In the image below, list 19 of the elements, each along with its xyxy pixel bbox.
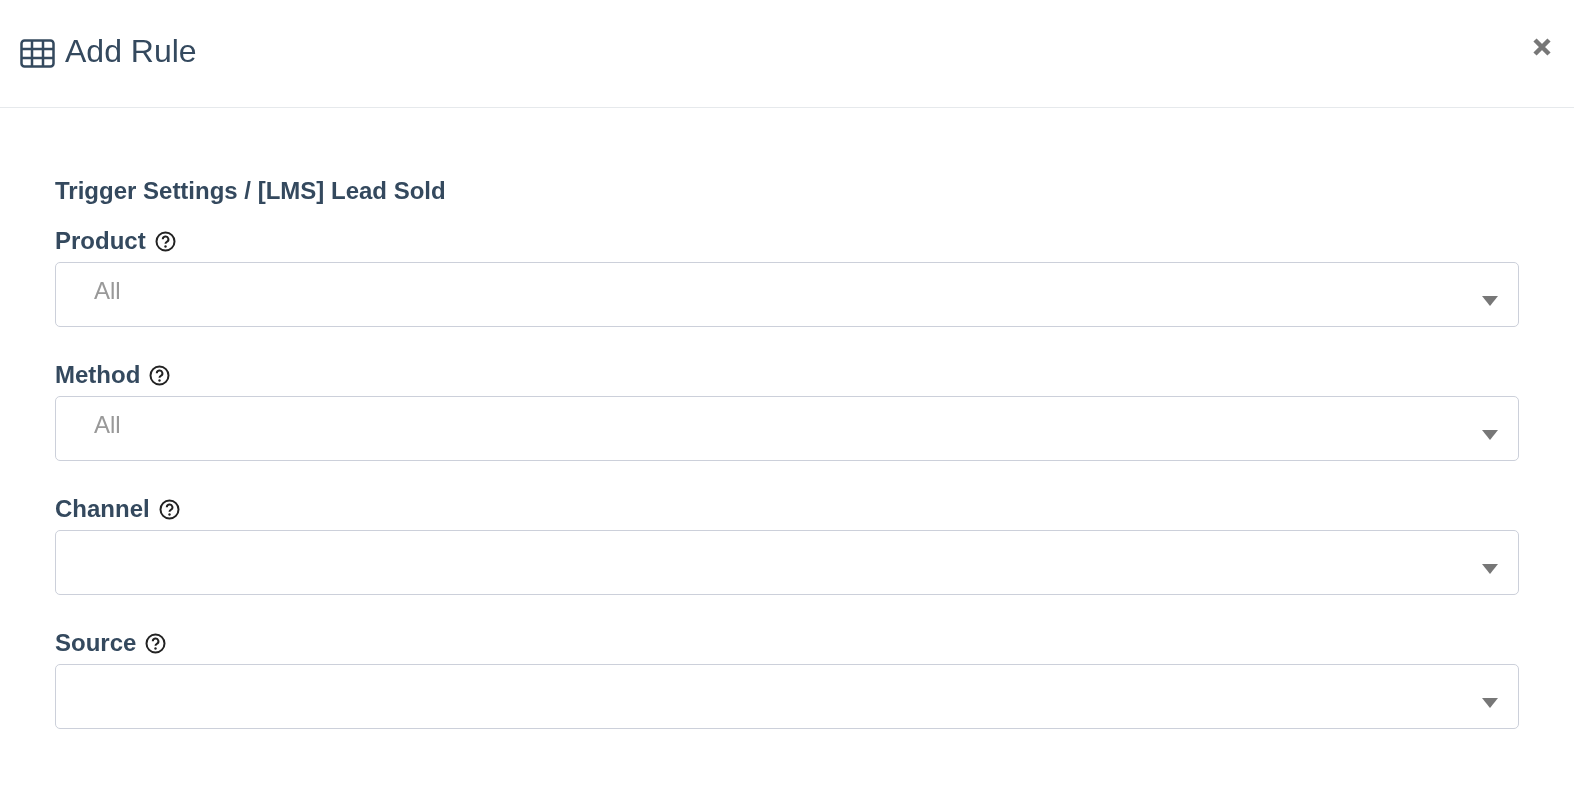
help-icon[interactable]: [154, 230, 176, 252]
caret-icon: [1482, 429, 1498, 440]
caret-icon: [1482, 295, 1498, 306]
select-field[interactable]: All: [55, 262, 1519, 327]
caret-icon: [1482, 563, 1498, 574]
select-field[interactable]: All: [55, 396, 1519, 461]
field-label: Product: [55, 227, 146, 255]
field-label: Method: [55, 361, 141, 389]
section-heading: Trigger Settings / [LMS] Lead Sold: [55, 177, 447, 205]
help-icon[interactable]: [158, 498, 180, 520]
caret-icon: [1482, 697, 1498, 708]
table-icon: [20, 39, 55, 68]
select-value: All: [94, 276, 122, 306]
field-label: Channel: [55, 495, 150, 523]
field-label: Source: [55, 629, 137, 657]
help-icon[interactable]: [145, 632, 167, 654]
dialog-title: Add Rule: [65, 33, 197, 71]
help-icon[interactable]: [149, 364, 171, 386]
select-value: All: [94, 410, 122, 440]
